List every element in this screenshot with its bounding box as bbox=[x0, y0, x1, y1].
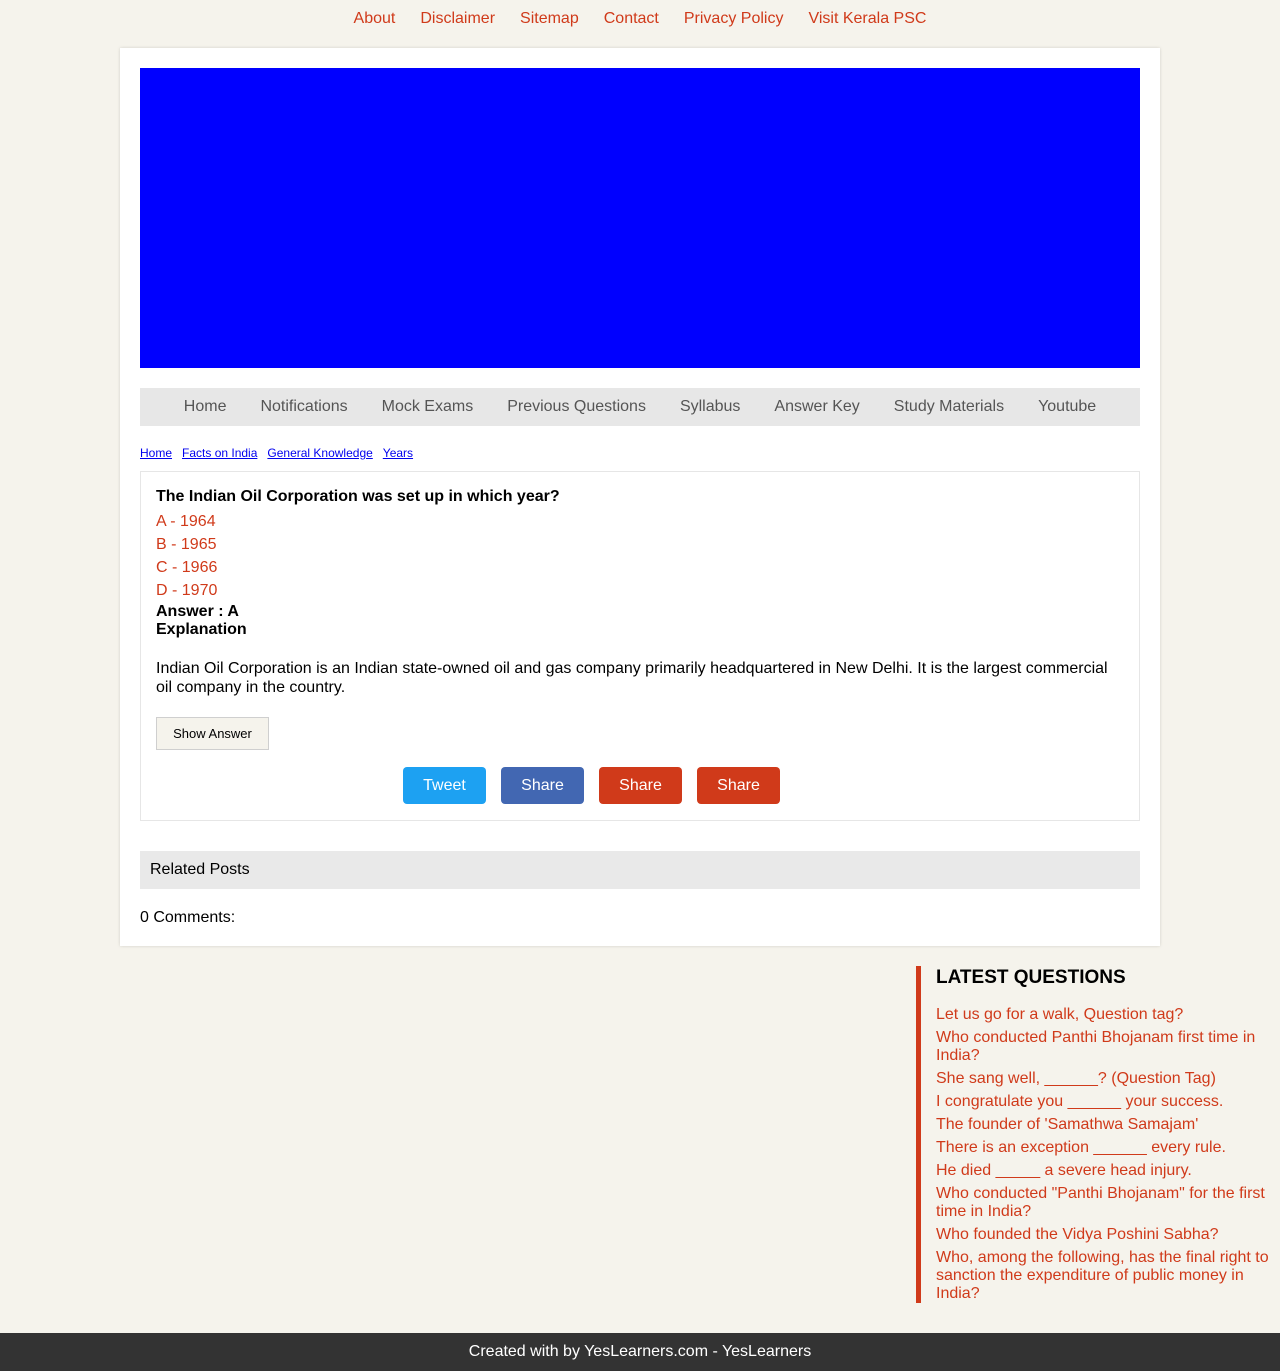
top-link-contact[interactable]: Contact bbox=[604, 9, 659, 38]
nav-youtube[interactable]: Youtube bbox=[1038, 398, 1096, 416]
answer-text: Answer : A bbox=[156, 603, 239, 620]
footer: Created with by YesLearners.com - YesLea… bbox=[0, 1333, 1280, 1371]
top-link-disclaimer[interactable]: Disclaimer bbox=[420, 9, 495, 38]
latest-question-link[interactable]: She sang well, ______? (Question Tag) bbox=[936, 1070, 1276, 1088]
question-box: The Indian Oil Corporation was set up in… bbox=[140, 471, 1140, 821]
top-link-sitemap[interactable]: Sitemap bbox=[520, 9, 579, 38]
share-button-4[interactable]: Share bbox=[697, 767, 780, 804]
nav-notifications[interactable]: Notifications bbox=[260, 398, 347, 416]
latest-question-link[interactable]: The founder of 'Samathwa Samajam' bbox=[936, 1116, 1276, 1134]
option-d: D - 1970 bbox=[156, 582, 218, 599]
show-answer-button[interactable]: Show Answer bbox=[156, 717, 269, 750]
breadcrumb-years[interactable]: Years bbox=[383, 446, 413, 460]
share-button-3[interactable]: Share bbox=[599, 767, 682, 804]
latest-question-link[interactable]: Who, among the following, has the final … bbox=[936, 1249, 1276, 1303]
comments-count: 0 Comments: bbox=[140, 909, 236, 926]
facebook-share-button[interactable]: Share bbox=[501, 767, 584, 804]
latest-questions-sidebar: LATEST QUESTIONS Let us go for a walk, Q… bbox=[916, 966, 1280, 1303]
nav-syllabus[interactable]: Syllabus bbox=[680, 398, 740, 416]
explanation-label: Explanation bbox=[156, 621, 247, 638]
share-buttons: Tweet Share Share Share bbox=[403, 767, 780, 804]
option-c: C - 1966 bbox=[156, 559, 218, 576]
option-b: B - 1965 bbox=[156, 536, 217, 553]
latest-question-link[interactable]: I congratulate you ______ your success. bbox=[936, 1093, 1276, 1111]
breadcrumb-general-knowledge[interactable]: General Knowledge bbox=[267, 446, 372, 460]
nav-study-materials[interactable]: Study Materials bbox=[894, 398, 1004, 416]
question-title: The Indian Oil Corporation was set up in… bbox=[156, 488, 560, 505]
nav-mock-exams[interactable]: Mock Exams bbox=[382, 398, 474, 416]
breadcrumb-facts-on-india[interactable]: Facts on India bbox=[182, 446, 257, 460]
main-nav: Home Notifications Mock Exams Previous Q… bbox=[140, 388, 1140, 426]
top-link-privacy-policy[interactable]: Privacy Policy bbox=[684, 9, 784, 38]
breadcrumb-home[interactable]: Home bbox=[140, 446, 172, 460]
latest-question-link[interactable]: Let us go for a walk, Question tag? bbox=[936, 1006, 1276, 1024]
nav-answer-key[interactable]: Answer Key bbox=[774, 398, 859, 416]
sidebar-heading: LATEST QUESTIONS bbox=[936, 967, 1126, 988]
option-a: A - 1964 bbox=[156, 513, 216, 530]
nav-previous-questions[interactable]: Previous Questions bbox=[507, 398, 646, 416]
nav-home[interactable]: Home bbox=[184, 398, 227, 416]
latest-question-link[interactable]: There is an exception ______ every rule. bbox=[936, 1139, 1276, 1157]
top-links: About Disclaimer Sitemap Contact Privacy… bbox=[0, 0, 1280, 38]
latest-question-link[interactable]: Who conducted "Panthi Bhojanam" for the … bbox=[936, 1185, 1276, 1221]
explanation-text: Indian Oil Corporation is an Indian stat… bbox=[156, 660, 1108, 696]
related-posts-header: Related Posts bbox=[140, 851, 1140, 889]
main-card: Home Notifications Mock Exams Previous Q… bbox=[120, 48, 1160, 946]
latest-question-link[interactable]: He died _____ a severe head injury. bbox=[936, 1162, 1276, 1180]
top-link-visit-kerala-psc[interactable]: Visit Kerala PSC bbox=[808, 9, 926, 38]
latest-question-link[interactable]: Who conducted Panthi Bhojanam first time… bbox=[936, 1029, 1276, 1065]
tweet-button[interactable]: Tweet bbox=[403, 767, 486, 804]
breadcrumb: Home Facts on India General Knowledge Ye… bbox=[140, 446, 413, 460]
top-link-about[interactable]: About bbox=[354, 9, 396, 38]
header-banner bbox=[140, 68, 1140, 368]
latest-question-link[interactable]: Who founded the Vidya Poshini Sabha? bbox=[936, 1226, 1276, 1244]
